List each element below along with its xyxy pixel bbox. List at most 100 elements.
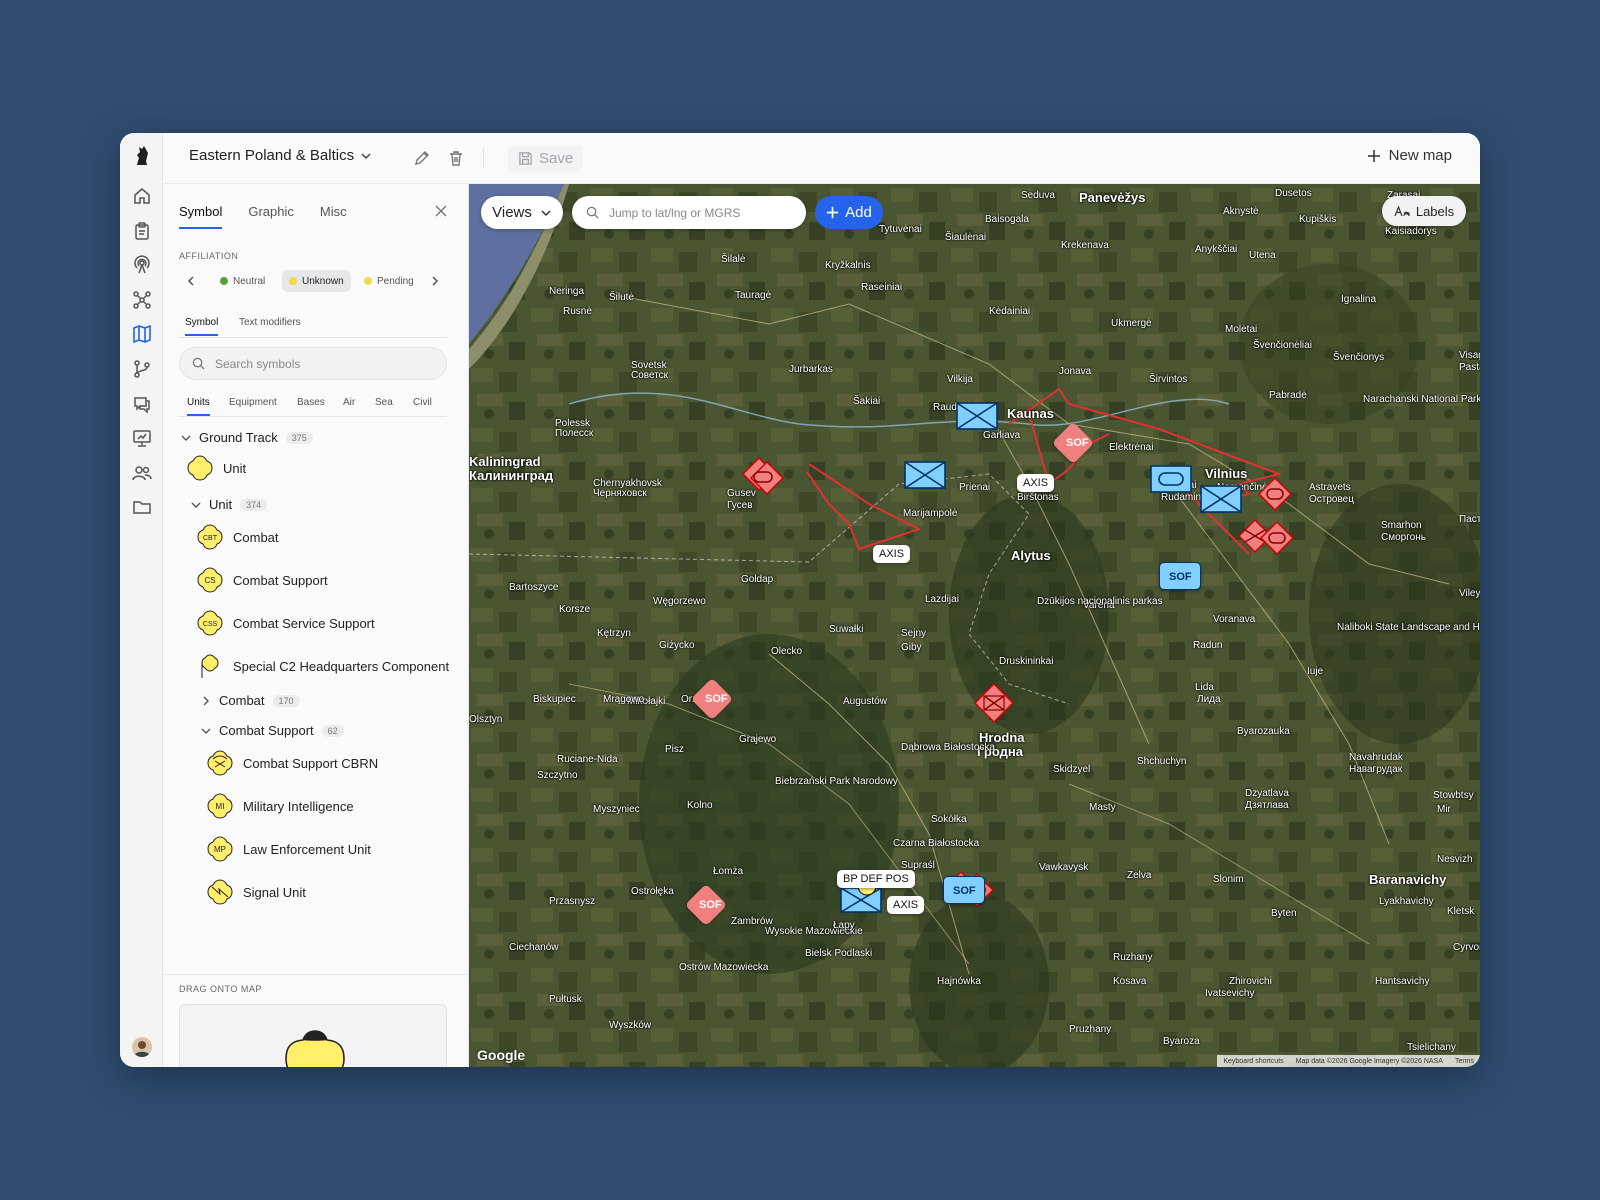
axis-tag[interactable]: AXIS — [873, 545, 911, 563]
group-combat-support[interactable]: Combat Support 62 — [199, 723, 344, 738]
chevron-right-icon[interactable] — [429, 275, 441, 287]
friendly-infantry-icon[interactable] — [903, 456, 947, 492]
cat-civil[interactable]: Civil — [413, 397, 432, 414]
group-combat[interactable]: Combat 170 — [199, 693, 300, 708]
affiliation-neutral[interactable]: Neutral — [213, 270, 272, 292]
axis-tag[interactable]: AXIS — [1017, 474, 1055, 492]
place-label: Pastavy — [1459, 362, 1480, 373]
place-label: Rusnė — [563, 306, 592, 317]
tab-graphic[interactable]: Graphic — [248, 204, 294, 229]
new-map-label: New map — [1388, 147, 1452, 164]
place-label: Aknystė — [1223, 206, 1259, 217]
place-label: Augustów — [843, 696, 887, 707]
symbol-special-c2-hq[interactable]: Special C2 Headquarters Component — [197, 653, 449, 679]
presentation-icon[interactable] — [132, 428, 152, 448]
chevron-left-icon[interactable] — [185, 275, 197, 287]
place-label: Kletsk — [1447, 906, 1475, 917]
home-icon[interactable] — [132, 186, 152, 206]
close-icon[interactable] — [434, 204, 448, 218]
users-icon[interactable] — [132, 463, 152, 483]
symbol-signal-unit[interactable]: Signal Unit — [207, 879, 306, 905]
affiliation-pending[interactable]: Pending — [357, 270, 421, 292]
place-label: Pabradė — [1269, 390, 1307, 401]
place-label: Kaliningrad — [469, 454, 541, 469]
cat-bases[interactable]: Bases — [297, 397, 325, 414]
subtab-symbol[interactable]: Symbol — [185, 317, 219, 336]
hostile-unit-icon[interactable] — [739, 452, 793, 506]
labels-toggle[interactable]: Labels — [1382, 196, 1466, 226]
save-button[interactable]: Save — [508, 145, 584, 172]
chat-icon[interactable] — [132, 394, 152, 414]
views-dropdown[interactable]: Views — [481, 196, 563, 229]
place-label: Shchuchyn — [1137, 756, 1187, 767]
affiliation-unknown[interactable]: Unknown — [282, 270, 351, 292]
place-label: Navahrudak — [1349, 752, 1403, 763]
law-enforcement-icon: MP — [207, 836, 233, 862]
subtab-text-modifiers[interactable]: Text modifiers — [239, 317, 301, 334]
broadcast-icon[interactable] — [132, 255, 152, 275]
place-label: Навагрудак — [1349, 764, 1403, 775]
cat-equipment[interactable]: Equipment — [229, 397, 277, 414]
tab-misc[interactable]: Misc — [320, 204, 347, 229]
category-tabs: Units Equipment Bases Air Sea Civil — [179, 397, 447, 417]
place-label: Slonim — [1213, 874, 1244, 885]
symbol-label: Signal Unit — [243, 884, 306, 900]
cat-air[interactable]: Air — [343, 397, 355, 414]
group-ground-track[interactable]: Ground Track 375 — [179, 430, 313, 445]
trash-icon[interactable] — [447, 149, 465, 167]
symbol-unit[interactable]: Unit — [187, 455, 246, 481]
friendly-infantry-icon[interactable] — [1199, 480, 1243, 516]
combat-support-icon: CS — [197, 567, 223, 593]
keyboard-shortcuts-link[interactable]: Keyboard shortcuts — [1223, 1058, 1283, 1065]
place-label: Visaginas — [1459, 350, 1480, 361]
symbol-combat-support[interactable]: CS Combat Support — [197, 567, 328, 593]
bp-def-pos-tag[interactable]: BP DEF POS — [837, 870, 915, 888]
place-label: Iuje — [1307, 666, 1324, 677]
map-icon[interactable] — [132, 324, 152, 344]
network-icon[interactable] — [132, 290, 152, 310]
friendly-armor-icon[interactable] — [1149, 460, 1193, 496]
git-branch-icon[interactable] — [132, 359, 152, 379]
place-label: Черняховск — [593, 488, 647, 499]
hostile-infantry-icon[interactable] — [973, 682, 1015, 724]
symbol-military-intelligence[interactable]: MI Military Intelligence — [207, 793, 354, 819]
symbol-combat[interactable]: CBT Combat — [197, 524, 279, 550]
place-label: Lida — [1195, 682, 1214, 693]
affiliation-pending-label: Pending — [377, 275, 414, 287]
place-label: Stowbtsy — [1433, 790, 1474, 801]
affiliation-neutral-label: Neutral — [233, 275, 266, 287]
place-label: Kolno — [687, 800, 713, 811]
jump-input[interactable]: Jump to lat/lng or MGRS — [572, 196, 806, 229]
add-button[interactable]: Add — [815, 196, 883, 229]
cat-sea[interactable]: Sea — [375, 397, 393, 414]
friendly-infantry-icon[interactable] — [955, 397, 999, 433]
symbol-label: Combat — [233, 529, 279, 545]
symbol-cbrn[interactable]: Combat Support CBRN — [207, 750, 378, 776]
hostile-armor-icon[interactable] — [1257, 476, 1293, 512]
hostile-unit-group-icon[interactable] — [1237, 516, 1297, 560]
unknown-unit-icon — [187, 455, 213, 481]
chevron-down-icon — [191, 502, 201, 508]
place-label: Dzyatlava — [1245, 788, 1289, 799]
folder-icon[interactable] — [132, 497, 152, 517]
group-unit[interactable]: Unit 374 — [189, 497, 268, 512]
pencil-icon[interactable] — [413, 149, 431, 167]
place-label: Lyakhavichy — [1379, 896, 1434, 907]
symbol-search[interactable]: Search symbols — [179, 347, 447, 380]
place-label: Byaroza — [1163, 1036, 1200, 1047]
terms-link[interactable]: Terms — [1455, 1058, 1474, 1065]
new-map-button[interactable]: New map — [1367, 147, 1452, 164]
clipboard-icon[interactable] — [132, 221, 152, 241]
place-label: Molėtai — [1225, 324, 1258, 335]
user-avatar[interactable] — [132, 1037, 152, 1057]
tab-symbol[interactable]: Symbol — [179, 204, 223, 229]
map-title-dropdown[interactable]: Eastern Poland & Baltics — [189, 147, 372, 164]
axis-tag[interactable]: AXIS — [887, 896, 925, 914]
map-canvas[interactable]: Panevėžys Kaunas Vilnius Alytus Hrodna Г… — [469, 184, 1480, 1067]
place-label: Vilnius — [1205, 466, 1248, 481]
cat-units[interactable]: Units — [187, 397, 210, 416]
symbol-law-enforcement[interactable]: MP Law Enforcement Unit — [207, 836, 371, 862]
symbol-combat-service-support[interactable]: CSS Combat Service Support — [197, 610, 375, 636]
drag-preview[interactable] — [179, 1004, 447, 1067]
views-label: Views — [492, 204, 532, 221]
